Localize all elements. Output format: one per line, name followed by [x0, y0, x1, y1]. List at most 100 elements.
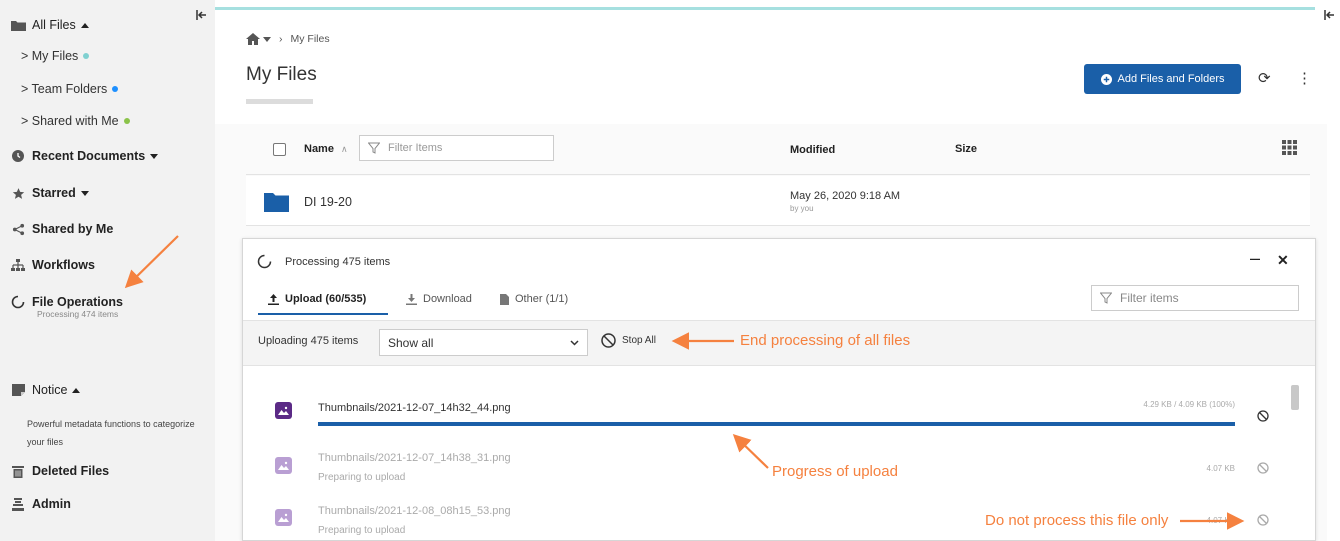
- select-all-checkbox[interactable]: [273, 143, 286, 156]
- upload-progress-fill: [318, 422, 1235, 426]
- sidebar-item-label: Notice: [32, 383, 68, 397]
- active-tab-indicator: [258, 313, 388, 315]
- folder-icon: [264, 193, 289, 212]
- sidebar-item-recent-documents[interactable]: Recent Documents: [10, 149, 159, 163]
- table-row[interactable]: [246, 176, 1310, 226]
- download-icon: [406, 293, 417, 305]
- collapse-sidebar-icon[interactable]: [194, 8, 208, 22]
- caret-down-icon: [80, 190, 89, 196]
- document-icon: [500, 293, 509, 305]
- notice-text: Powerful metadata functions to categoriz…: [27, 419, 195, 447]
- sidebar-item-label: All Files: [32, 18, 76, 32]
- tab-download[interactable]: Download: [406, 293, 472, 305]
- processing-title: Processing 475 items: [285, 256, 391, 268]
- home-icon[interactable]: [246, 33, 260, 45]
- minimize-icon[interactable]: –: [1250, 248, 1260, 269]
- folder-modified-by: by you: [790, 204, 814, 213]
- sidebar-item-label: File Operations: [32, 295, 123, 309]
- column-name[interactable]: Name: [304, 143, 334, 155]
- sidebar-item-notice[interactable]: Notice: [10, 383, 81, 397]
- sidebar-item-shared-by-me[interactable]: Shared by Me: [10, 222, 113, 236]
- sidebar-item-label: Recent Documents: [32, 149, 146, 163]
- sort-asc-icon[interactable]: ∧: [341, 144, 348, 155]
- sidebar-item-deleted-files[interactable]: Deleted Files: [10, 464, 109, 478]
- cancel-icon: [601, 333, 616, 348]
- title-underline: [246, 99, 313, 104]
- sidebar-item-starred[interactable]: Starred: [10, 186, 89, 200]
- note-icon: [10, 383, 26, 397]
- tab-other[interactable]: Other (1/1): [500, 293, 568, 305]
- status-dot: [83, 53, 90, 59]
- chevron-down-icon: [570, 339, 579, 346]
- chevron-right-icon: ›: [279, 33, 283, 45]
- refresh-icon[interactable]: ⟳: [1258, 69, 1271, 87]
- tab-upload[interactable]: Upload (60/535): [268, 293, 366, 305]
- sidebar-item-label: > Team Folders: [21, 82, 108, 96]
- upload-file-name: Thumbnails/2021-12-08_08h15_53.png: [318, 505, 511, 517]
- trash-icon: [10, 464, 26, 478]
- sidebar-item-label: Deleted Files: [32, 464, 110, 478]
- sidebar-item-my-files[interactable]: > My Files: [21, 49, 90, 63]
- more-options-icon[interactable]: ⋮: [1297, 69, 1312, 87]
- filter-items-input[interactable]: Filter items: [1091, 285, 1299, 311]
- sidebar-item-label: > Shared with Me: [21, 114, 119, 128]
- file-operations-status: Processing 474 items: [37, 309, 119, 319]
- annotation-do-not-process: Do not process this file only: [985, 512, 1171, 529]
- collapse-panel-icon[interactable]: [1322, 8, 1336, 22]
- processing-panel: [242, 238, 1316, 541]
- select-value: Show all: [388, 335, 434, 350]
- scrollbar-thumb[interactable]: [1291, 385, 1299, 410]
- upload-progress-bar: [318, 422, 1235, 426]
- caret-down-icon[interactable]: [263, 36, 271, 42]
- image-file-icon: [275, 509, 292, 526]
- annotation-progress: Progress of upload: [772, 463, 898, 480]
- filter-icon: [368, 142, 380, 154]
- clock-icon: [10, 149, 26, 163]
- grid-view-icon[interactable]: [1282, 140, 1297, 155]
- column-modified[interactable]: Modified: [790, 144, 835, 156]
- close-icon[interactable]: ✕: [1277, 252, 1289, 269]
- page-title: My Files: [246, 64, 317, 85]
- show-filter-select[interactable]: Show all: [379, 329, 588, 356]
- image-file-icon: [275, 457, 292, 474]
- filter-placeholder: Filter Items: [388, 142, 443, 154]
- tab-label: Download: [423, 293, 472, 305]
- upload-file-size: 4.29 KB / 4.09 KB (100%): [1143, 400, 1235, 409]
- breadcrumb-current[interactable]: My Files: [291, 33, 330, 45]
- sidebar-item-all-files[interactable]: All Files: [10, 18, 89, 32]
- sidebar-item-shared-with-me[interactable]: > Shared with Me: [21, 114, 130, 128]
- image-file-icon: [275, 402, 292, 419]
- spinner-icon: [10, 295, 26, 309]
- sidebar-item-team-folders[interactable]: > Team Folders: [21, 82, 119, 96]
- add-files-and-folders-button[interactable]: Add Files and Folders: [1084, 64, 1241, 94]
- filter-items-input[interactable]: Filter Items: [359, 135, 554, 161]
- sidebar-item-label: Workflows: [32, 258, 95, 272]
- uploading-count: Uploading 475 items: [258, 335, 359, 347]
- upload-status: Preparing to upload: [318, 472, 406, 483]
- sidebar-item-file-operations[interactable]: File Operations: [10, 295, 123, 309]
- cancel-file-icon[interactable]: [1257, 462, 1269, 474]
- tab-label: Other (1/1): [515, 293, 569, 305]
- sidebar-item-workflows[interactable]: Workflows: [10, 258, 95, 272]
- folder-modified: May 26, 2020 9:18 AM: [790, 190, 901, 202]
- stop-all-button[interactable]: Stop All: [601, 333, 656, 348]
- sidebar-item-label: Starred: [32, 186, 76, 200]
- status-dot: [123, 118, 130, 124]
- stop-all-label: Stop All: [622, 335, 656, 346]
- caret-down-icon: [150, 153, 159, 159]
- folder-name[interactable]: DI 19-20: [304, 195, 352, 209]
- cancel-file-icon[interactable]: [1257, 514, 1269, 526]
- folder-icon: [10, 18, 26, 32]
- cancel-file-icon[interactable]: [1257, 410, 1269, 422]
- breadcrumb: › My Files: [246, 33, 330, 45]
- sidebar-item-admin[interactable]: Admin: [10, 497, 71, 511]
- upload-file-name: Thumbnails/2021-12-07_14h32_44.png: [318, 402, 511, 414]
- admin-icon: [10, 497, 26, 511]
- upload-file-size: 4.07 KB: [1206, 464, 1235, 473]
- filter-placeholder: Filter items: [1120, 291, 1179, 305]
- sidebar-item-label: > My Files: [21, 49, 79, 63]
- column-size[interactable]: Size: [955, 143, 977, 155]
- upload-status: Preparing to upload: [318, 525, 406, 536]
- spinner-icon: [257, 254, 272, 269]
- upload-file-size: 4.07 KB: [1206, 516, 1235, 525]
